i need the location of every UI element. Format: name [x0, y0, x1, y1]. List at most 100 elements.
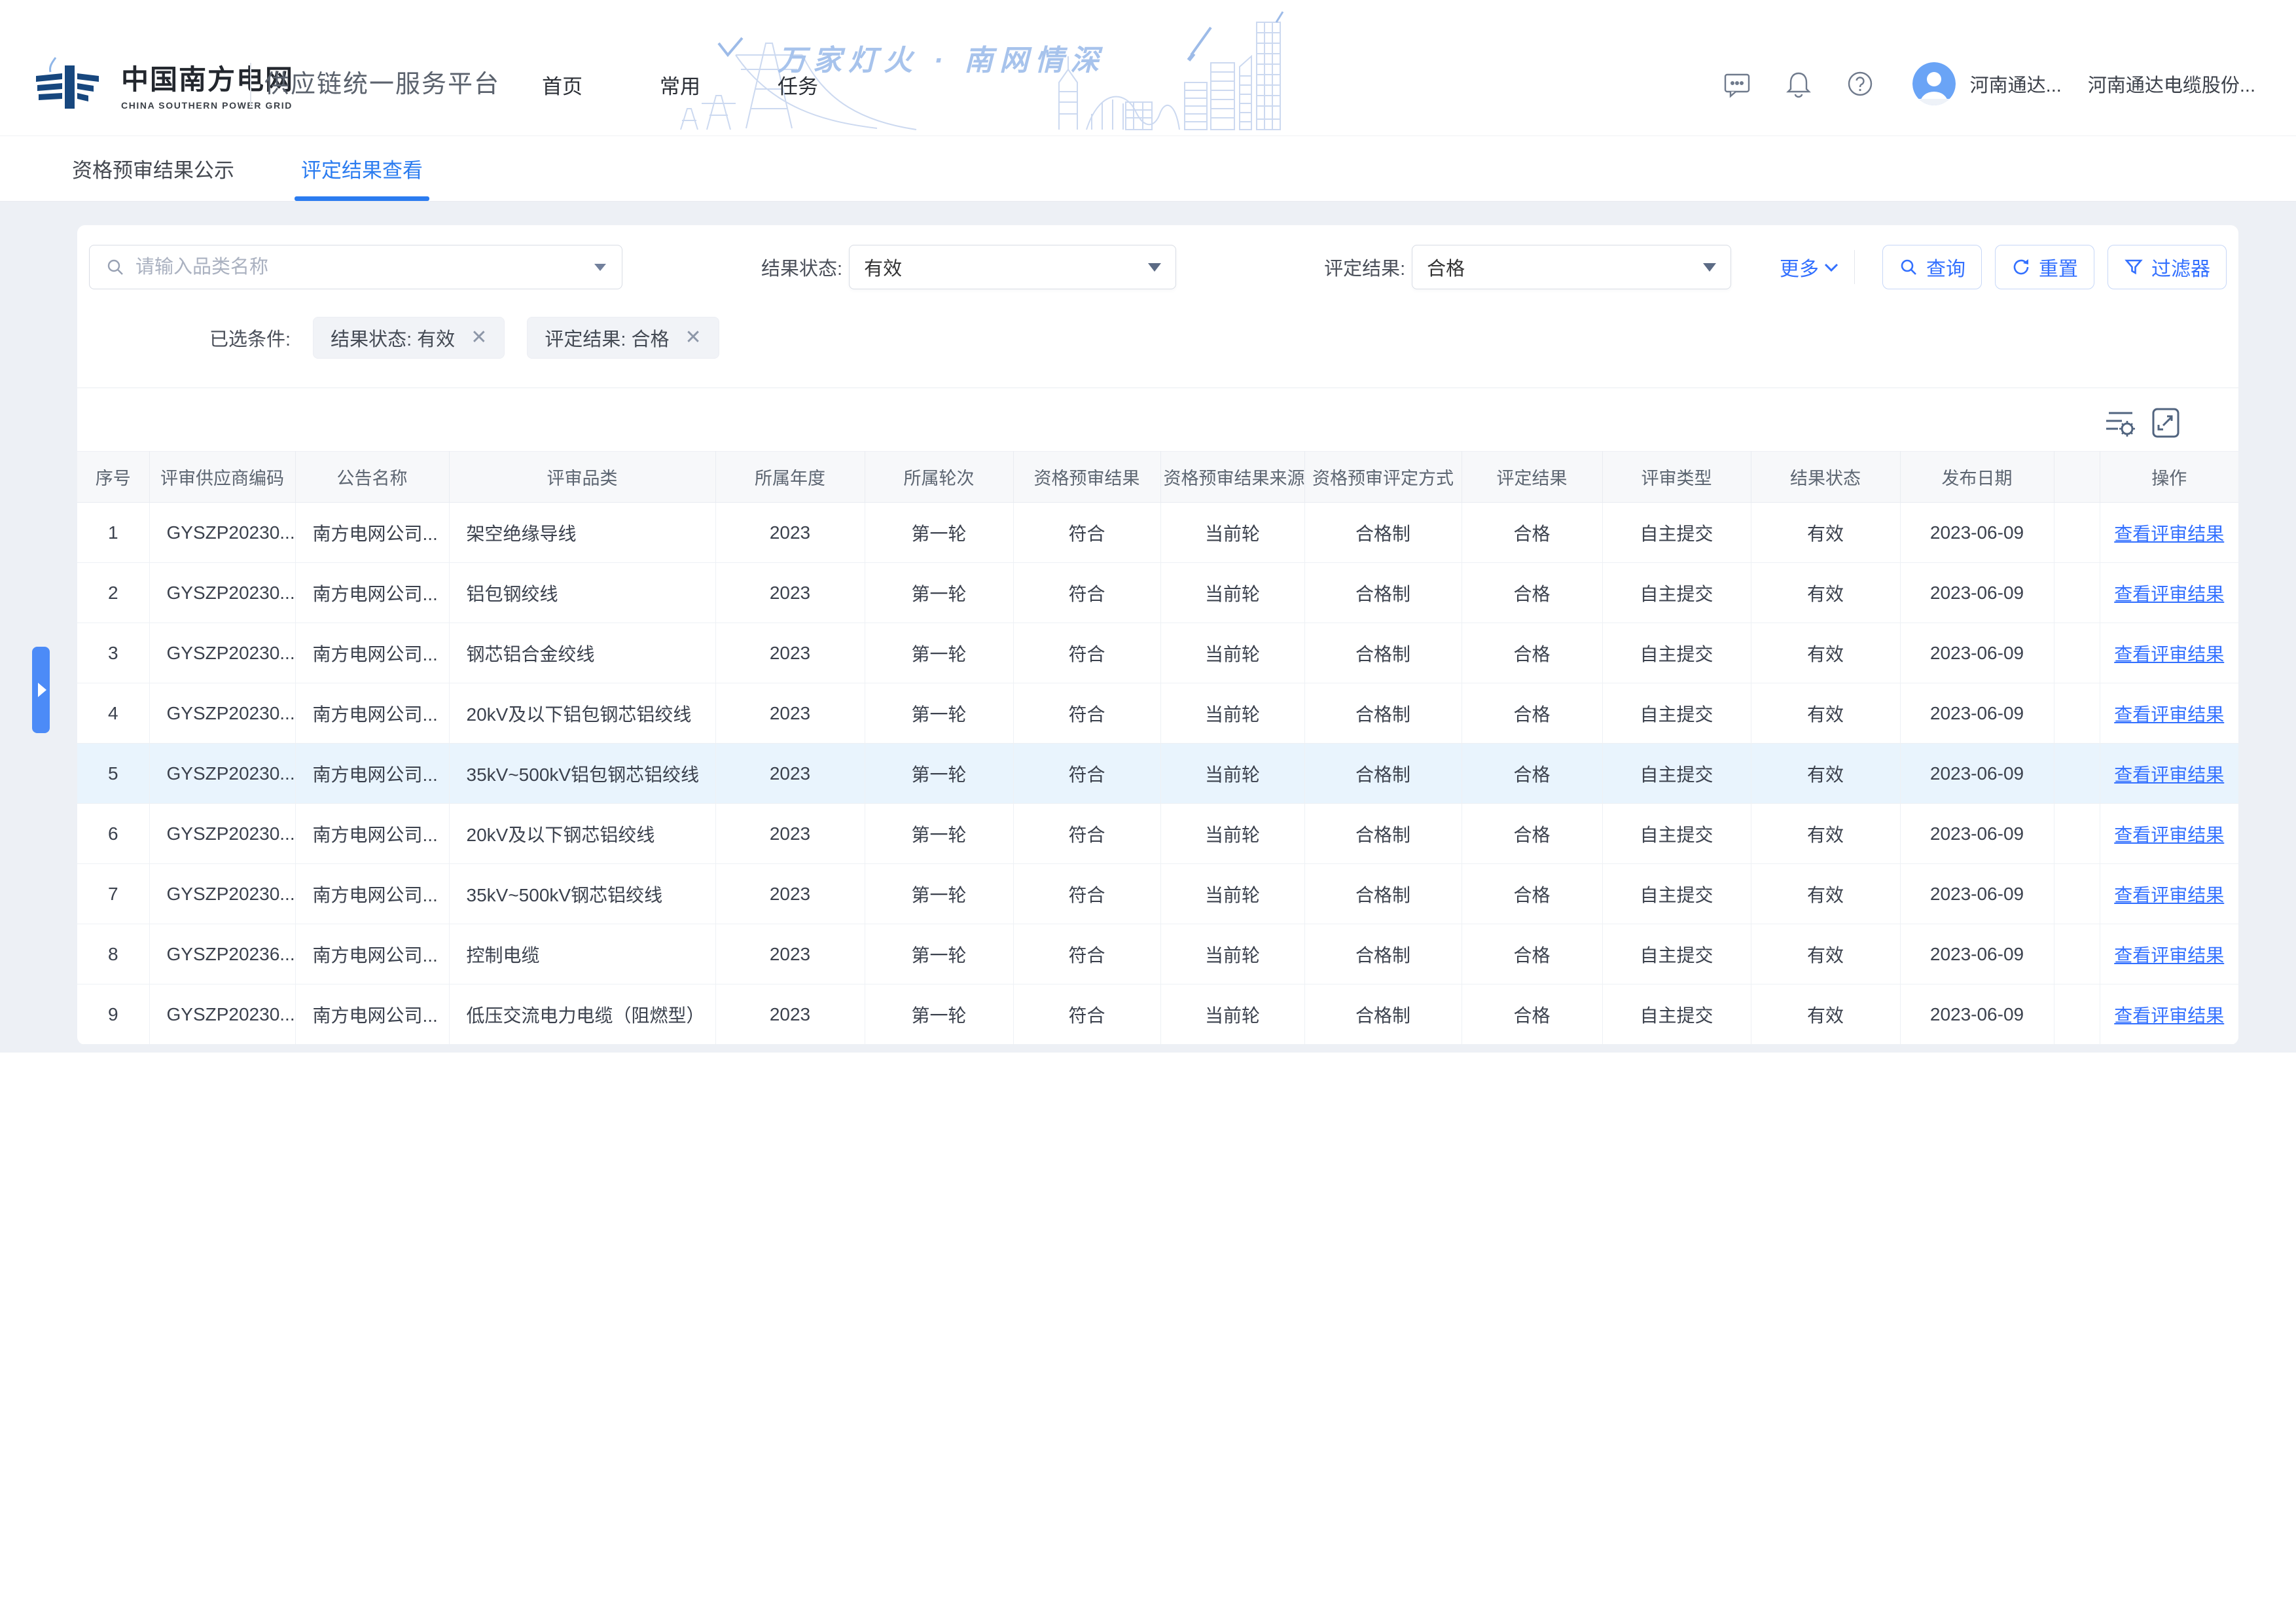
chip-remove-icon[interactable]: ✕ — [471, 328, 487, 348]
cell-prequal-method: 合格制 — [1304, 563, 1462, 623]
cell-supplier-code: GYSZP20230... — [149, 623, 295, 683]
cell-category: 控制电缆 — [449, 924, 715, 984]
results-table: 序号评审供应商编码公告名称评审品类所属年度所属轮次资格预审结果资格预审结果来源资… — [77, 451, 2238, 1045]
column-header — [2054, 452, 2100, 503]
cell-spacer — [2054, 623, 2100, 683]
notifications-bell-icon[interactable] — [1784, 69, 1813, 98]
cell-publish-date: 2023-06-09 — [1900, 623, 2054, 683]
cell-action: 查看评审结果 — [2100, 984, 2238, 1045]
column-settings-icon[interactable] — [2104, 406, 2136, 439]
cell-review-type: 自主提交 — [1602, 563, 1751, 623]
column-header: 所属轮次 — [865, 452, 1013, 503]
column-header: 公告名称 — [295, 452, 449, 503]
cell-status: 有效 — [1751, 984, 1900, 1045]
help-icon[interactable] — [1846, 69, 1874, 98]
cell-eval-result: 合格 — [1462, 563, 1602, 623]
cell-year: 2023 — [715, 804, 865, 864]
tab-prequalification-results-publicity[interactable]: 资格预审结果公示 — [68, 136, 238, 201]
nav-item-common[interactable]: 常用 — [660, 70, 700, 99]
cell-announcement: 南方电网公司... — [295, 744, 449, 804]
cell-category: 35kV~500kV铝包钢芯铝绞线 — [449, 744, 715, 804]
view-review-result-link[interactable]: 查看评审结果 — [2114, 825, 2224, 845]
cell-category: 20kV及以下钢芯铝绞线 — [449, 804, 715, 864]
side-drawer-expand-handle[interactable] — [32, 647, 50, 733]
cell-announcement: 南方电网公司... — [295, 804, 449, 864]
column-header: 序号 — [77, 452, 149, 503]
cell-review-type: 自主提交 — [1602, 984, 1751, 1045]
slogan-text: 万家灯火 · 南网情深 — [778, 37, 1105, 79]
view-review-result-link[interactable]: 查看评审结果 — [2114, 945, 2224, 965]
cell-action: 查看评审结果 — [2100, 683, 2238, 744]
view-review-result-link[interactable]: 查看评审结果 — [2114, 524, 2224, 544]
cell-prequal-method: 合格制 — [1304, 744, 1462, 804]
view-review-result-link[interactable]: 查看评审结果 — [2114, 885, 2224, 905]
cell-announcement: 南方电网公司... — [295, 623, 449, 683]
cell-no: 4 — [77, 683, 149, 744]
cell-no: 7 — [77, 864, 149, 924]
cell-category: 20kV及以下铝包钢芯铝绞线 — [449, 683, 715, 744]
app-header: 中国南方电网 CHINA SOUTHERN POWER GRID 供应链统一服务… — [0, 0, 2296, 136]
brand-logo[interactable]: 中国南方电网 CHINA SOUTHERN POWER GRID — [36, 56, 294, 111]
cell-prequal-source: 当前轮 — [1160, 864, 1304, 924]
result-status-select[interactable]: 有效 — [849, 245, 1176, 289]
evaluation-result-select[interactable]: 合格 — [1412, 245, 1731, 289]
query-button[interactable]: 查询 — [1882, 245, 1982, 289]
cell-publish-date: 2023-06-09 — [1900, 804, 2054, 864]
category-search-select[interactable] — [89, 245, 622, 289]
cell-round: 第一轮 — [865, 623, 1013, 683]
actions-divider — [1854, 250, 1855, 284]
reset-button[interactable]: 重置 — [1995, 245, 2094, 289]
cell-spacer — [2054, 503, 2100, 563]
more-filters-button[interactable]: 更多 — [1780, 253, 1840, 281]
cell-review-type: 自主提交 — [1602, 503, 1751, 563]
refresh-icon — [2011, 257, 2031, 277]
cell-review-type: 自主提交 — [1602, 744, 1751, 804]
chip-remove-icon[interactable]: ✕ — [685, 328, 701, 348]
cell-round: 第一轮 — [865, 864, 1013, 924]
tab-evaluation-results-view[interactable]: 评定结果查看 — [297, 136, 427, 201]
category-search-input[interactable] — [135, 257, 594, 278]
company-name[interactable]: 河南通达电缆股份... — [2088, 70, 2255, 98]
cell-prequal-source: 当前轮 — [1160, 563, 1304, 623]
fullscreen-icon[interactable] — [2149, 406, 2182, 439]
cell-spacer — [2054, 563, 2100, 623]
table-header-row: 序号评审供应商编码公告名称评审品类所属年度所属轮次资格预审结果资格预审结果来源资… — [77, 452, 2238, 503]
cell-spacer — [2054, 804, 2100, 864]
cell-prequal-source: 当前轮 — [1160, 924, 1304, 984]
view-review-result-link[interactable]: 查看评审结果 — [2114, 1005, 2224, 1026]
chip-text: 结果状态: 有效 — [331, 324, 455, 352]
filter-button[interactable]: 过滤器 — [2108, 245, 2227, 289]
cell-supplier-code: GYSZP20230... — [149, 563, 295, 623]
cell-action: 查看评审结果 — [2100, 864, 2238, 924]
view-review-result-link[interactable]: 查看评审结果 — [2114, 704, 2224, 725]
cell-year: 2023 — [715, 623, 865, 683]
cell-status: 有效 — [1751, 744, 1900, 804]
messages-icon[interactable] — [1723, 69, 1751, 98]
nav-item-tasks[interactable]: 任务 — [778, 70, 818, 99]
filter-label: 过滤器 — [2151, 253, 2210, 281]
cell-prequal-result: 符合 — [1013, 984, 1160, 1045]
user-avatar[interactable] — [1912, 62, 1956, 105]
header-divider — [250, 63, 251, 106]
view-review-result-link[interactable]: 查看评审结果 — [2114, 765, 2224, 785]
cell-prequal-method: 合格制 — [1304, 623, 1462, 683]
nav-item-home[interactable]: 首页 — [542, 70, 583, 99]
cell-eval-result: 合格 — [1462, 744, 1602, 804]
cell-no: 5 — [77, 744, 149, 804]
cell-year: 2023 — [715, 984, 865, 1045]
table-row: 4 GYSZP20230... 南方电网公司... 20kV及以下铝包钢芯铝绞线… — [77, 683, 2238, 744]
view-review-result-link[interactable]: 查看评审结果 — [2114, 644, 2224, 664]
cell-spacer — [2054, 683, 2100, 744]
chevron-down-icon — [1148, 263, 1161, 272]
cell-announcement: 南方电网公司... — [295, 503, 449, 563]
cell-status: 有效 — [1751, 563, 1900, 623]
column-header: 评定结果 — [1462, 452, 1602, 503]
table-row: 3 GYSZP20230... 南方电网公司... 钢芯铝合金绞线 2023 第… — [77, 623, 2238, 683]
user-name[interactable]: 河南通达... — [1970, 70, 2062, 98]
column-header: 所属年度 — [715, 452, 865, 503]
cell-year: 2023 — [715, 683, 865, 744]
cell-eval-result: 合格 — [1462, 623, 1602, 683]
selected-conditions-label: 已选条件: — [209, 324, 291, 352]
cell-round: 第一轮 — [865, 984, 1013, 1045]
view-review-result-link[interactable]: 查看评审结果 — [2114, 584, 2224, 604]
